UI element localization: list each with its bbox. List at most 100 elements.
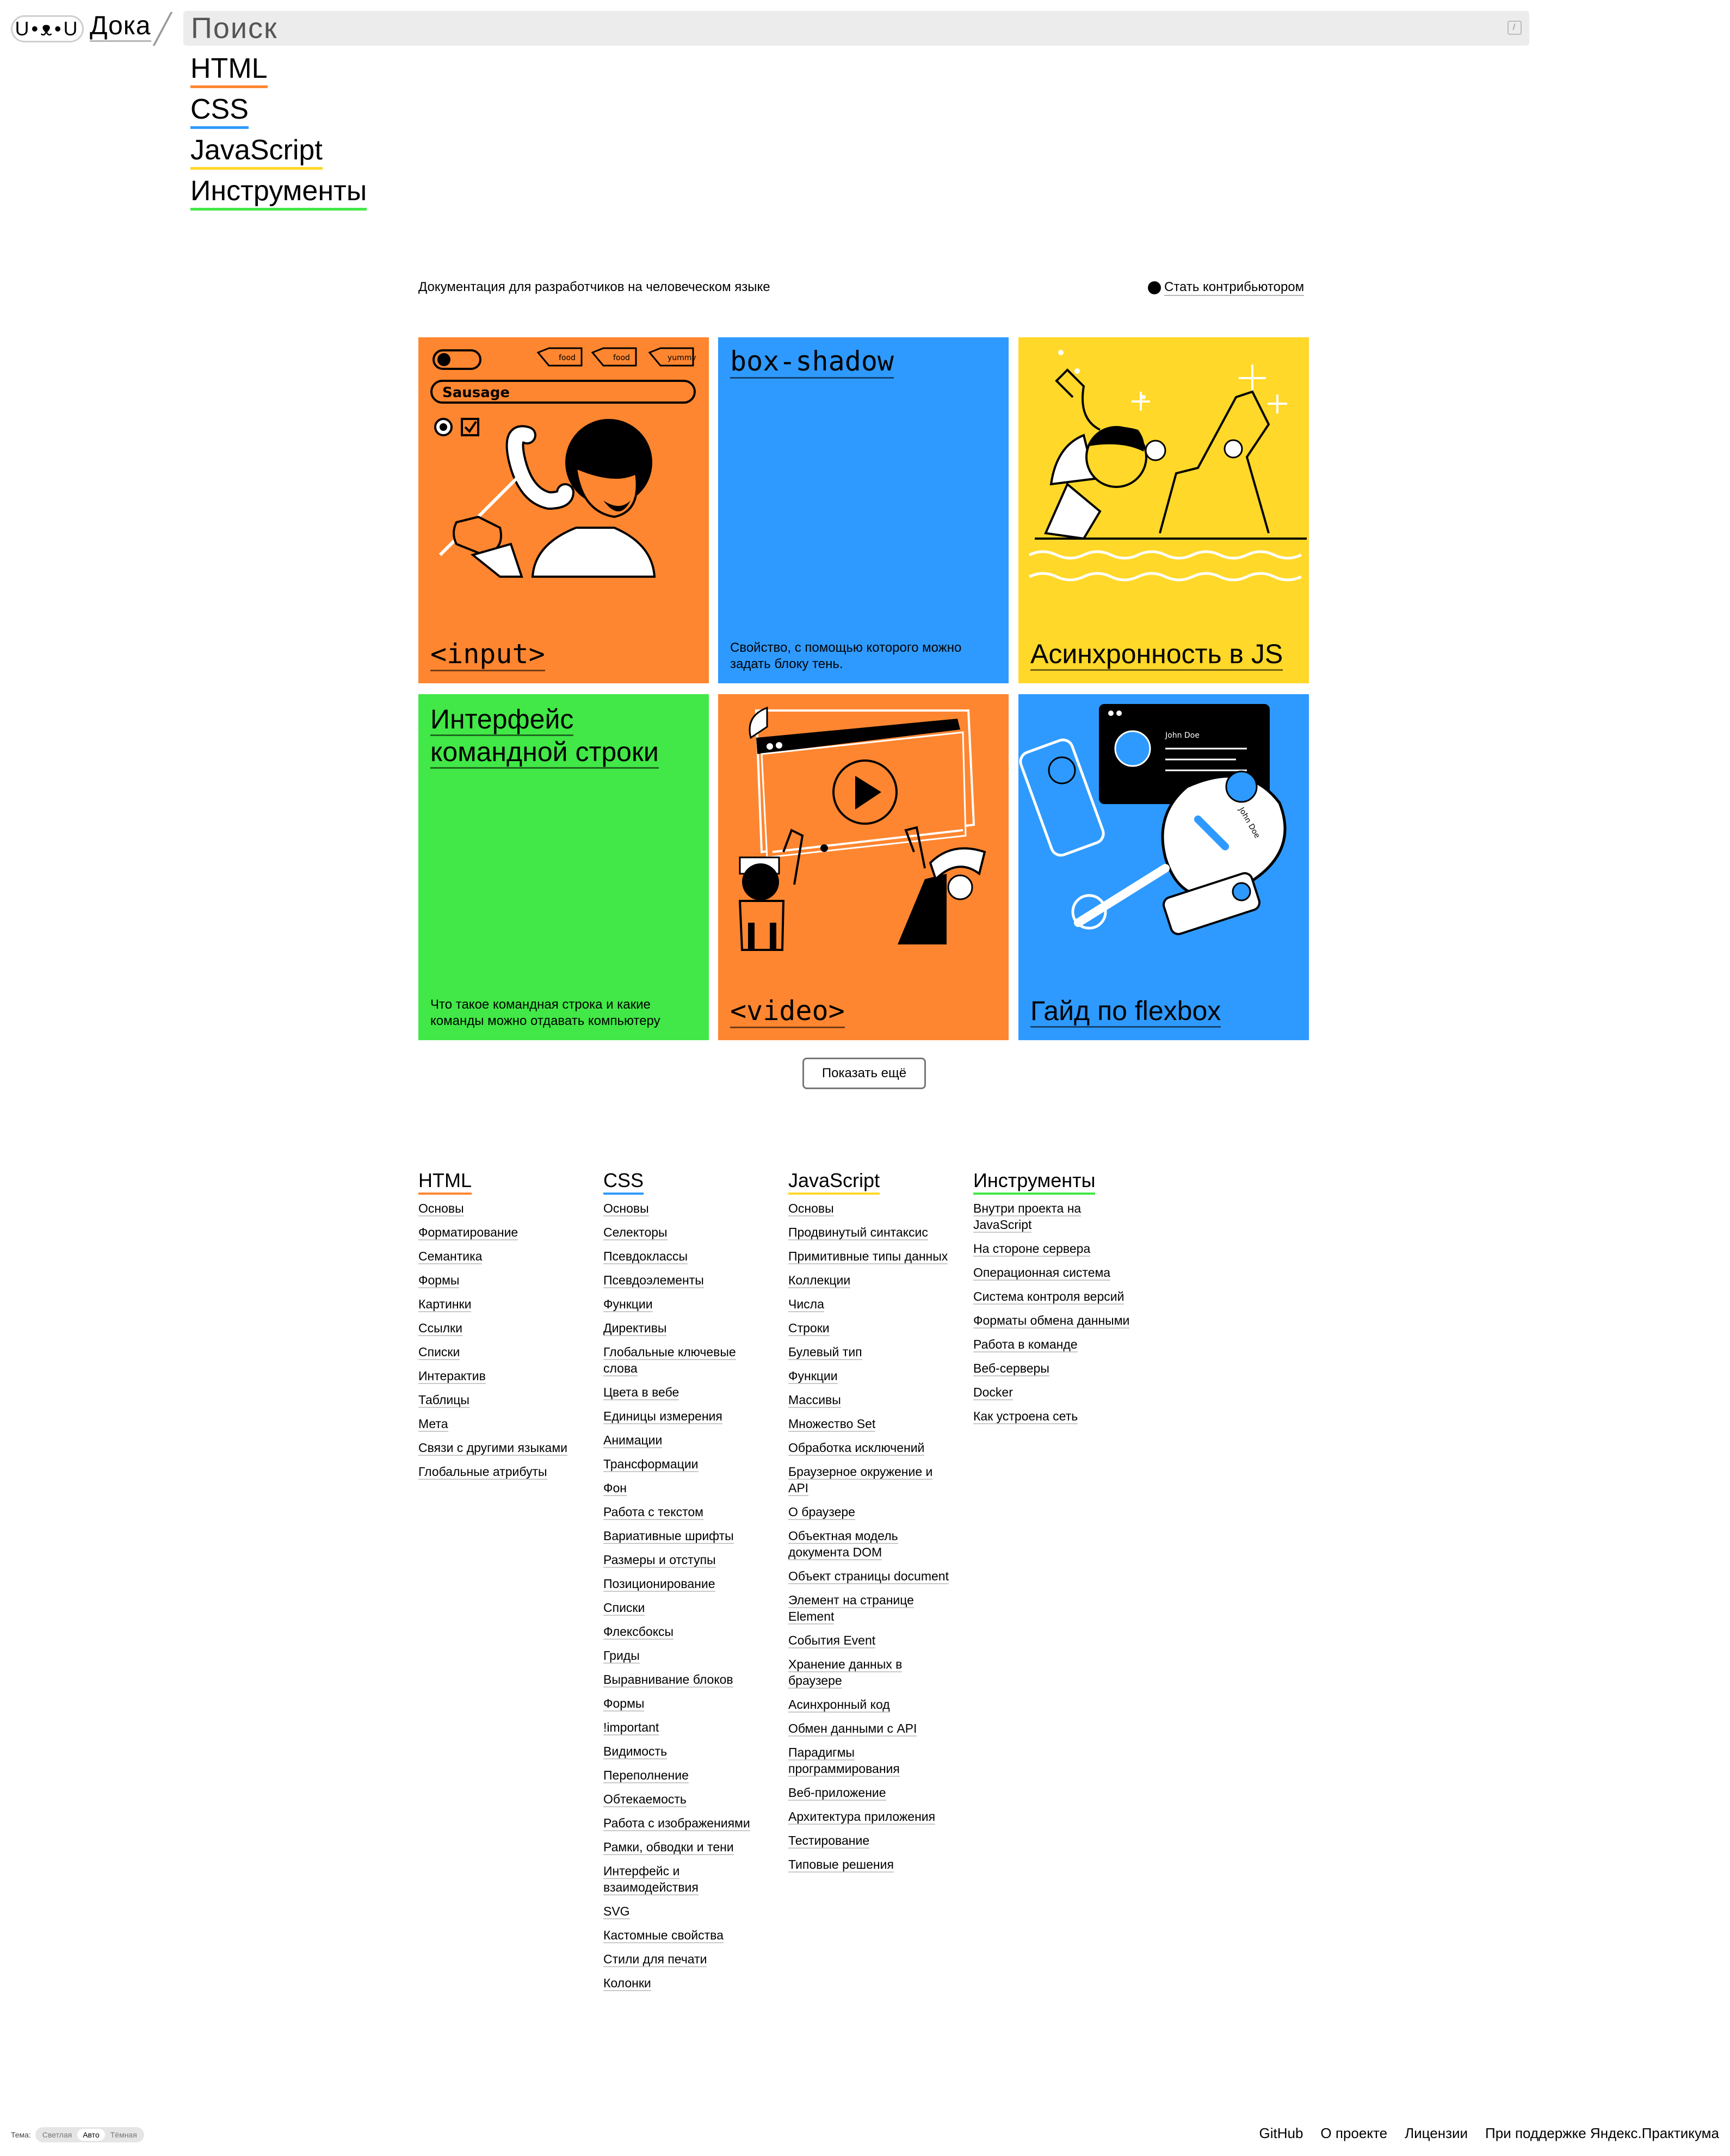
nav-item-javascript[interactable]: JavaScript — [190, 134, 323, 170]
footer-link[interactable]: Списки — [418, 1344, 582, 1360]
footer-link[interactable]: Позиционирование — [603, 1576, 767, 1592]
search-input[interactable]: Поиск / — [183, 11, 1529, 46]
card-input[interactable]: food food yummy Sausage <input> — [418, 337, 709, 683]
footer-link[interactable]: Списки — [603, 1599, 767, 1616]
nav-item-css[interactable]: CSS — [190, 93, 249, 129]
contribute-link[interactable]: Стать контрибьютором — [1148, 280, 1305, 296]
footer-link[interactable]: Булевый тип — [788, 1344, 952, 1360]
theme-option-dark[interactable]: Тёмная — [105, 2129, 143, 2141]
footer-link[interactable]: Глобальные ключевые слова — [603, 1344, 767, 1376]
footer-link[interactable]: Примитивные типы данных — [788, 1248, 952, 1264]
about-link[interactable]: О проекте — [1320, 2125, 1387, 2142]
footer-link[interactable]: Интерактив — [418, 1368, 582, 1384]
footer-link[interactable]: Обтекаемость — [603, 1791, 767, 1807]
footer-link[interactable]: Видимость — [603, 1743, 767, 1759]
footer-link[interactable]: Веб-приложение — [788, 1784, 952, 1801]
footer-link[interactable]: Обмен данными с API — [788, 1720, 952, 1737]
footer-link[interactable]: Docker — [973, 1384, 1136, 1400]
footer-link[interactable]: Ссылки — [418, 1320, 582, 1336]
footer-link[interactable]: Асинхронный код — [788, 1696, 952, 1713]
nav-item-html[interactable]: HTML — [190, 52, 268, 88]
card-box-shadow[interactable]: box-shadow Свойство, с помощью которого … — [718, 337, 1009, 683]
nav-item-tools[interactable]: Инструменты — [190, 175, 367, 211]
theme-option-auto[interactable]: Авто — [77, 2129, 105, 2141]
footer-link[interactable]: Форматы обмена данными — [973, 1312, 1136, 1329]
footer-link[interactable]: Коллекции — [788, 1272, 952, 1288]
footer-link[interactable]: Функции — [603, 1296, 767, 1312]
footer-link[interactable]: Псевдоэлементы — [603, 1272, 767, 1288]
footer-link[interactable]: Элемент на странице Element — [788, 1592, 952, 1624]
footer-link[interactable]: Основы — [603, 1200, 767, 1216]
footer-link[interactable]: Выравнивание блоков — [603, 1671, 767, 1688]
footer-link[interactable]: Фон — [603, 1480, 767, 1496]
footer-link[interactable]: Хранение данных в браузере — [788, 1656, 952, 1689]
footer-link[interactable]: Парадигмы программирования — [788, 1744, 952, 1777]
footer-link[interactable]: Объектная модель документа DOM — [788, 1528, 952, 1560]
footer-link[interactable]: Операционная система — [973, 1264, 1136, 1281]
footer-link[interactable]: Работа с текстом — [603, 1504, 767, 1520]
footer-link[interactable]: Директивы — [603, 1320, 767, 1336]
footer-link[interactable]: Колонки — [603, 1975, 767, 1991]
footer-link[interactable]: SVG — [603, 1903, 767, 1919]
footer-heading[interactable]: CSS — [603, 1169, 767, 1195]
licenses-link[interactable]: Лицензии — [1405, 2125, 1468, 2142]
footer-link[interactable]: Как устроена сеть — [973, 1408, 1136, 1424]
footer-link[interactable]: Флексбоксы — [603, 1623, 767, 1640]
footer-link[interactable]: Внутри проекта на JavaScript — [973, 1200, 1136, 1233]
footer-link[interactable]: Функции — [788, 1368, 952, 1384]
footer-link[interactable]: Тестирование — [788, 1832, 952, 1849]
footer-heading[interactable]: Инструменты — [973, 1169, 1136, 1195]
card-flexbox[interactable]: John Doe John Doe Гайд по flexbox — [1018, 694, 1309, 1040]
footer-link[interactable]: Псевдоклассы — [603, 1248, 767, 1264]
footer-link[interactable]: Веб-серверы — [973, 1360, 1136, 1376]
footer-link[interactable]: Размеры и отступы — [603, 1552, 767, 1568]
card-cli[interactable]: Интерфейс командной строки Что такое ком… — [418, 694, 709, 1040]
footer-link[interactable]: Массивы — [788, 1392, 952, 1408]
footer-link[interactable]: Вариативные шрифты — [603, 1528, 767, 1544]
footer-link[interactable]: Кастомные свойства — [603, 1927, 767, 1943]
footer-link[interactable]: Обработка исключений — [788, 1440, 952, 1456]
footer-link[interactable]: Таблицы — [418, 1392, 582, 1408]
footer-link[interactable]: Объект страницы document — [788, 1568, 952, 1584]
footer-link[interactable]: Цвета в вебе — [603, 1384, 767, 1400]
footer-link[interactable]: Формы — [603, 1695, 767, 1712]
footer-link[interactable]: Основы — [418, 1200, 582, 1216]
footer-link[interactable]: Типовые решения — [788, 1856, 952, 1873]
footer-link[interactable]: Форматирование — [418, 1224, 582, 1240]
footer-link[interactable]: Переполнение — [603, 1767, 767, 1783]
footer-link[interactable]: Стили для печати — [603, 1951, 767, 1967]
footer-link[interactable]: Рамки, обводки и тени — [603, 1839, 767, 1855]
card-video[interactable]: <video> — [718, 694, 1009, 1040]
footer-heading[interactable]: JavaScript — [788, 1169, 952, 1195]
footer-link[interactable]: !important — [603, 1719, 767, 1735]
footer-link[interactable]: Продвинутый синтаксис — [788, 1224, 952, 1240]
footer-link[interactable]: Работа с изображениями — [603, 1815, 767, 1831]
footer-heading[interactable]: HTML — [418, 1169, 582, 1195]
footer-link[interactable]: Мета — [418, 1416, 582, 1432]
footer-link[interactable]: Единицы измерения — [603, 1408, 767, 1424]
footer-link[interactable]: На стороне сервера — [973, 1240, 1136, 1257]
sponsor-link[interactable]: При поддержке Яндекс.Практикума — [1485, 2125, 1719, 2142]
footer-link[interactable]: Работа в команде — [973, 1336, 1136, 1352]
footer-link[interactable]: Трансформации — [603, 1456, 767, 1472]
footer-link[interactable]: Браузерное окружение и API — [788, 1463, 952, 1496]
footer-link[interactable]: Глобальные атрибуты — [418, 1463, 582, 1480]
show-more-button[interactable]: Показать ещё — [802, 1058, 926, 1089]
logo[interactable]: U•ᴥ•U — [11, 15, 84, 42]
theme-option-light[interactable]: Светлая — [37, 2129, 77, 2141]
footer-link[interactable]: Гриды — [603, 1647, 767, 1664]
brand-link[interactable]: Дока — [90, 11, 151, 42]
footer-link[interactable]: Картинки — [418, 1296, 582, 1312]
github-link[interactable]: GitHub — [1259, 2125, 1303, 2142]
footer-link[interactable]: Строки — [788, 1320, 952, 1336]
footer-link[interactable]: Система контроля версий — [973, 1288, 1136, 1305]
footer-link[interactable]: Формы — [418, 1272, 582, 1288]
footer-link[interactable]: Множество Set — [788, 1416, 952, 1432]
footer-link[interactable]: События Event — [788, 1632, 952, 1648]
footer-link[interactable]: Семантика — [418, 1248, 582, 1264]
card-async-js[interactable]: Асинхронность в JS — [1018, 337, 1309, 683]
footer-link[interactable]: Числа — [788, 1296, 952, 1312]
footer-link[interactable]: Основы — [788, 1200, 952, 1216]
footer-link[interactable]: Связи с другими языками — [418, 1440, 582, 1456]
footer-link[interactable]: Интерфейс и взаимодействия — [603, 1863, 767, 1895]
